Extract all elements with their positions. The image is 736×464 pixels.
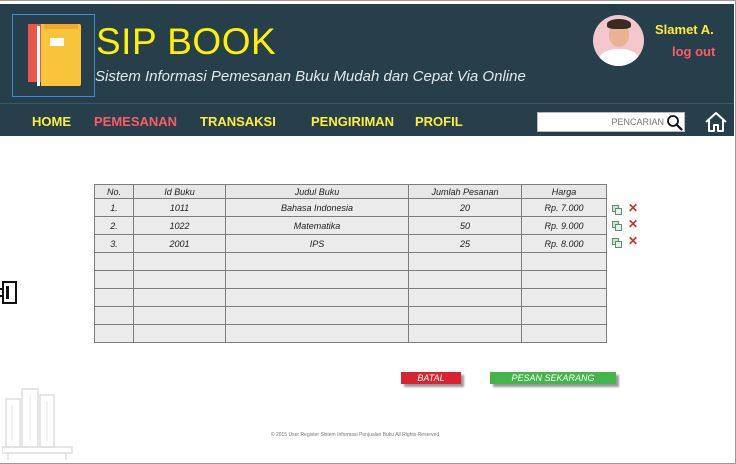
cell-empty — [408, 270, 522, 289]
logo-book-label — [50, 38, 64, 46]
app-logo — [12, 14, 95, 97]
copy-icon[interactable] — [612, 238, 622, 248]
cell-no: 2. — [94, 216, 134, 235]
delete-icon[interactable]: ✕ — [628, 202, 638, 214]
cell-empty — [94, 324, 134, 343]
table-row-empty — [94, 306, 607, 325]
cancel-button[interactable]: BATAL — [401, 372, 461, 384]
cell-empty — [521, 270, 607, 289]
column-header-no: No. — [94, 184, 134, 199]
cell-id-buku: 1011 — [133, 198, 226, 217]
logo-book-yellow — [41, 24, 81, 86]
copy-icon[interactable] — [612, 221, 622, 231]
cell-jumlah-pesanan: 50 — [408, 216, 522, 235]
avatar-shirt — [599, 49, 639, 66]
cell-judul-buku: IPS — [225, 234, 409, 253]
table-row-empty — [94, 324, 607, 343]
cell-id-buku: 2001 — [133, 234, 226, 253]
table-header-row: No. Id Buku Judul Buku Jumlah Pesanan Ha… — [94, 184, 607, 199]
cell-empty — [94, 270, 134, 289]
cell-empty — [521, 288, 607, 307]
logo-book-top — [44, 24, 78, 29]
column-header-judul-buku: Judul Buku — [225, 184, 409, 199]
delete-icon[interactable]: ✕ — [628, 218, 638, 230]
cell-empty — [521, 252, 607, 271]
nav-item-profil[interactable]: PROFIL — [415, 114, 463, 129]
books-decoration-icon — [2, 388, 73, 460]
cell-empty — [521, 324, 607, 343]
cell-empty — [521, 306, 607, 325]
logo-book-spine — [37, 26, 40, 86]
nav-item-pemesanan[interactable]: PEMESANAN — [94, 114, 177, 129]
cell-empty — [408, 288, 522, 307]
cell-harga: Rp. 7.000 — [521, 198, 607, 217]
cell-empty — [225, 270, 409, 289]
header: SIP BOOK Sistem Informasi Pemesanan Buku… — [0, 4, 734, 103]
cell-empty — [225, 252, 409, 271]
cell-empty — [94, 288, 134, 307]
cell-empty — [408, 324, 522, 343]
nav-bar: HOME PEMESANAN TRANSAKSI PENGIRIMAN PROF… — [0, 103, 734, 136]
cell-empty — [133, 288, 226, 307]
delete-icon[interactable]: ✕ — [628, 235, 638, 247]
nav-item-pengiriman[interactable]: PENGIRIMAN — [311, 114, 394, 129]
logout-link[interactable]: log out — [672, 44, 715, 59]
column-header-jumlah-pesanan: Jumlah Pesanan — [408, 184, 522, 199]
cell-empty — [133, 306, 226, 325]
home-icon[interactable] — [705, 112, 727, 132]
cell-empty — [133, 270, 226, 289]
avatar-hair — [607, 19, 631, 29]
column-header-id-buku: Id Buku — [133, 184, 226, 199]
search-icon[interactable] — [666, 114, 683, 131]
app-subtitle: Sistem Informasi Pemesanan Buku Mudah da… — [95, 68, 526, 85]
column-header-harga: Harga — [521, 184, 607, 199]
row-actions: ✕ — [612, 202, 642, 216]
table-row-empty — [94, 270, 607, 289]
table-row: 2. 1022 Matematika 50 Rp. 9.000 — [94, 216, 607, 235]
cell-empty — [94, 306, 134, 325]
user-name: Slamet A. — [655, 22, 714, 37]
cell-harga: Rp. 9.000 — [521, 216, 607, 235]
cell-id-buku: 1022 — [133, 216, 226, 235]
table-row-empty — [94, 252, 607, 271]
cell-empty — [133, 252, 226, 271]
cell-empty — [133, 324, 226, 343]
cell-jumlah-pesanan: 20 — [408, 198, 522, 217]
cell-empty — [225, 324, 409, 343]
cell-empty — [408, 306, 522, 325]
nav-item-home[interactable]: HOME — [32, 114, 71, 129]
order-now-button[interactable]: PESAN SEKARANG — [490, 372, 616, 384]
avatar[interactable] — [593, 15, 644, 66]
row-actions: ✕ — [612, 218, 642, 232]
footer-copyright: © 2015 User Register Sistem Informasi Pe… — [270, 432, 440, 438]
nav-item-transaksi[interactable]: TRANSAKSI — [200, 114, 276, 129]
cell-empty — [94, 252, 134, 271]
app-title: SIP BOOK — [96, 21, 277, 62]
cell-no: 1. — [94, 198, 134, 217]
row-actions: ✕ — [612, 235, 642, 249]
cell-empty — [225, 306, 409, 325]
cell-no: 3. — [94, 234, 134, 253]
table-row: 1. 1011 Bahasa Indonesia 20 Rp. 7.000 — [94, 198, 607, 217]
cell-empty — [225, 288, 409, 307]
search-input[interactable] — [540, 115, 664, 129]
cell-judul-buku: Bahasa Indonesia — [225, 198, 409, 217]
cell-empty — [408, 252, 522, 271]
search-box — [537, 112, 685, 132]
table-row: 3. 2001 IPS 25 Rp. 8.000 — [94, 234, 607, 253]
order-table: No. Id Buku Judul Buku Jumlah Pesanan Ha… — [94, 184, 607, 343]
cell-jumlah-pesanan: 25 — [408, 234, 522, 253]
copy-icon[interactable] — [612, 205, 622, 215]
cell-harga: Rp. 8.000 — [521, 234, 607, 253]
cell-judul-buku: Matematika — [225, 216, 409, 235]
table-row-empty — [94, 288, 607, 307]
side-panel-handle-icon[interactable] — [0, 279, 18, 306]
